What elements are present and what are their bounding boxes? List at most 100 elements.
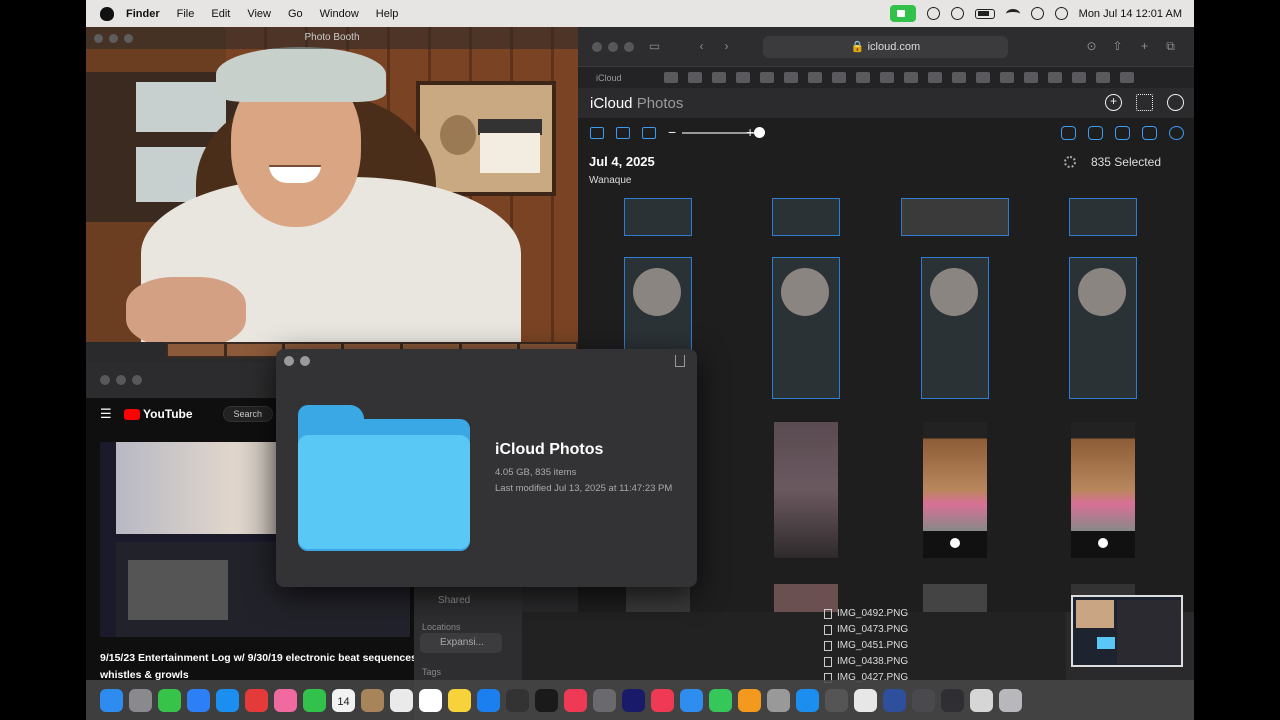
zoom-button[interactable]	[624, 42, 634, 52]
photo-thumbnail[interactable]	[901, 198, 1009, 236]
photo-thumbnail[interactable]	[774, 422, 838, 558]
close-button[interactable]	[592, 42, 602, 52]
battery-icon[interactable]	[974, 8, 995, 19]
photo-thumbnail[interactable]	[626, 584, 690, 612]
file-row[interactable]: IMG_0451.PNG	[824, 640, 908, 651]
tab-favicon[interactable]	[1048, 72, 1062, 83]
zoom-out-icon[interactable]: −	[668, 124, 676, 140]
download-icon[interactable]: ⊙	[1085, 40, 1098, 53]
apple-tv-app-icon[interactable]	[535, 688, 558, 712]
menu-app-name[interactable]: Finder	[126, 8, 160, 20]
preview-app-icon[interactable]	[854, 688, 877, 712]
view-mode-icon[interactable]	[642, 127, 656, 139]
menu-window[interactable]: Window	[320, 8, 359, 20]
file-row[interactable]: IMG_0473.PNG	[824, 624, 908, 635]
close-icon[interactable]	[284, 356, 294, 366]
photo-thumbnail[interactable]	[923, 422, 987, 558]
mail-app-icon[interactable]	[187, 688, 210, 712]
photo-thumbnail[interactable]	[772, 198, 840, 236]
zoom-button[interactable]	[132, 375, 142, 385]
screenshot-preview-thumbnail[interactable]	[1071, 595, 1183, 667]
tab-favicon[interactable]	[808, 72, 822, 83]
back-icon[interactable]: ‹	[695, 40, 708, 53]
video-title[interactable]: 9/15/23 Entertainment Log w/ 9/30/19 ele…	[100, 650, 420, 684]
tab-favicon[interactable]	[1096, 72, 1110, 83]
notes-app-icon[interactable]	[448, 688, 471, 712]
sidebar-item-drive[interactable]: Expansi...	[420, 633, 502, 653]
menu-clock[interactable]: Mon Jul 14 12:01 AM	[1079, 8, 1182, 20]
tab-icloud[interactable]: iCloud	[596, 73, 654, 83]
tab-favicon[interactable]	[832, 72, 846, 83]
share-icon[interactable]: ⇧	[1111, 40, 1124, 53]
close-button[interactable]	[100, 375, 110, 385]
numbers-app-icon[interactable]	[709, 688, 732, 712]
account-icon[interactable]	[1167, 94, 1184, 111]
menu-icon[interactable]: ☰	[100, 406, 112, 422]
new-tab-icon[interactable]: +	[1138, 40, 1151, 53]
icloud-logo[interactable]: iCloud Photos	[590, 95, 683, 112]
instruments-app-icon[interactable]	[593, 688, 616, 712]
tab-favicon[interactable]	[760, 72, 774, 83]
tab-favicon[interactable]	[880, 72, 894, 83]
download-icon[interactable]	[1115, 126, 1130, 140]
minimize-button[interactable]	[109, 34, 118, 43]
facetime-app-icon[interactable]	[303, 688, 326, 712]
downloads-stack-icon[interactable]	[970, 688, 993, 712]
tab-favicon[interactable]	[904, 72, 918, 83]
notes-folder-app-icon[interactable]	[361, 688, 384, 712]
address-bar[interactable]: 🔒 icloud.com	[763, 36, 1008, 58]
control-center-icon[interactable]	[1054, 7, 1068, 20]
safari-app-icon[interactable]	[477, 688, 500, 712]
accessibility-app-icon[interactable]	[216, 688, 239, 712]
share-icon[interactable]	[675, 355, 685, 367]
sidebar-toggle-icon[interactable]: ▭	[648, 40, 661, 53]
tab-favicon[interactable]	[688, 72, 702, 83]
minimize-button[interactable]	[608, 42, 618, 52]
trash-icon[interactable]	[1142, 126, 1157, 140]
photo-thumbnail[interactable]	[1071, 422, 1135, 558]
photo-thumbnail[interactable]	[923, 584, 987, 612]
pages-app-icon[interactable]	[738, 688, 761, 712]
file-row[interactable]: IMG_0438.PNG	[824, 656, 908, 667]
tab-favicon[interactable]	[664, 72, 678, 83]
youtube-search-input[interactable]: Search	[222, 406, 274, 422]
reminders-app-icon[interactable]	[390, 688, 413, 712]
favorite-icon[interactable]	[1088, 126, 1103, 140]
tab-favicon[interactable]	[856, 72, 870, 83]
menu-help[interactable]: Help	[376, 8, 399, 20]
launchpad-app-icon[interactable]	[129, 688, 152, 712]
menu-view[interactable]: View	[247, 8, 271, 20]
upload-icon[interactable]	[1061, 126, 1076, 140]
photo-thumbnail[interactable]	[772, 257, 840, 399]
sidebar-toggle-icon[interactable]	[590, 127, 604, 139]
apple-menu-icon[interactable]	[100, 6, 114, 21]
freeform-app-icon[interactable]	[419, 688, 442, 712]
zoom-in-icon[interactable]: +	[746, 124, 754, 140]
tab-favicon[interactable]	[712, 72, 726, 83]
youtube-logo[interactable]: YouTube	[124, 407, 193, 421]
finder-app-icon[interactable]	[100, 688, 123, 712]
tab-favicon[interactable]	[928, 72, 942, 83]
screen-sharing-app-icon[interactable]	[912, 688, 935, 712]
tab-favicon[interactable]	[952, 72, 966, 83]
blender-app-icon[interactable]	[506, 688, 529, 712]
forward-icon[interactable]: ›	[720, 40, 733, 53]
tab-favicon[interactable]	[1024, 72, 1038, 83]
music-app-icon[interactable]	[564, 688, 587, 712]
photo-thumbnail[interactable]	[921, 257, 989, 399]
tab-favicon[interactable]	[736, 72, 750, 83]
fullscreen-icon[interactable]	[300, 356, 310, 366]
xcode-tools-app-icon[interactable]	[941, 688, 964, 712]
menu-file[interactable]: File	[177, 8, 195, 20]
play-icon[interactable]	[926, 7, 940, 20]
settings-app-icon[interactable]	[825, 688, 848, 712]
menu-go[interactable]: Go	[288, 8, 303, 20]
zoom-button[interactable]	[124, 34, 133, 43]
calculator-app-icon[interactable]	[767, 688, 790, 712]
photo-booth-titlebar[interactable]: Photo Booth	[86, 27, 578, 49]
more-icon[interactable]	[1169, 126, 1184, 140]
add-icon[interactable]: +	[1105, 94, 1122, 111]
file-row[interactable]: IMG_0492.PNG	[824, 608, 908, 619]
photo-thumbnail[interactable]	[624, 198, 692, 236]
camera-in-use-icon[interactable]	[889, 5, 916, 22]
